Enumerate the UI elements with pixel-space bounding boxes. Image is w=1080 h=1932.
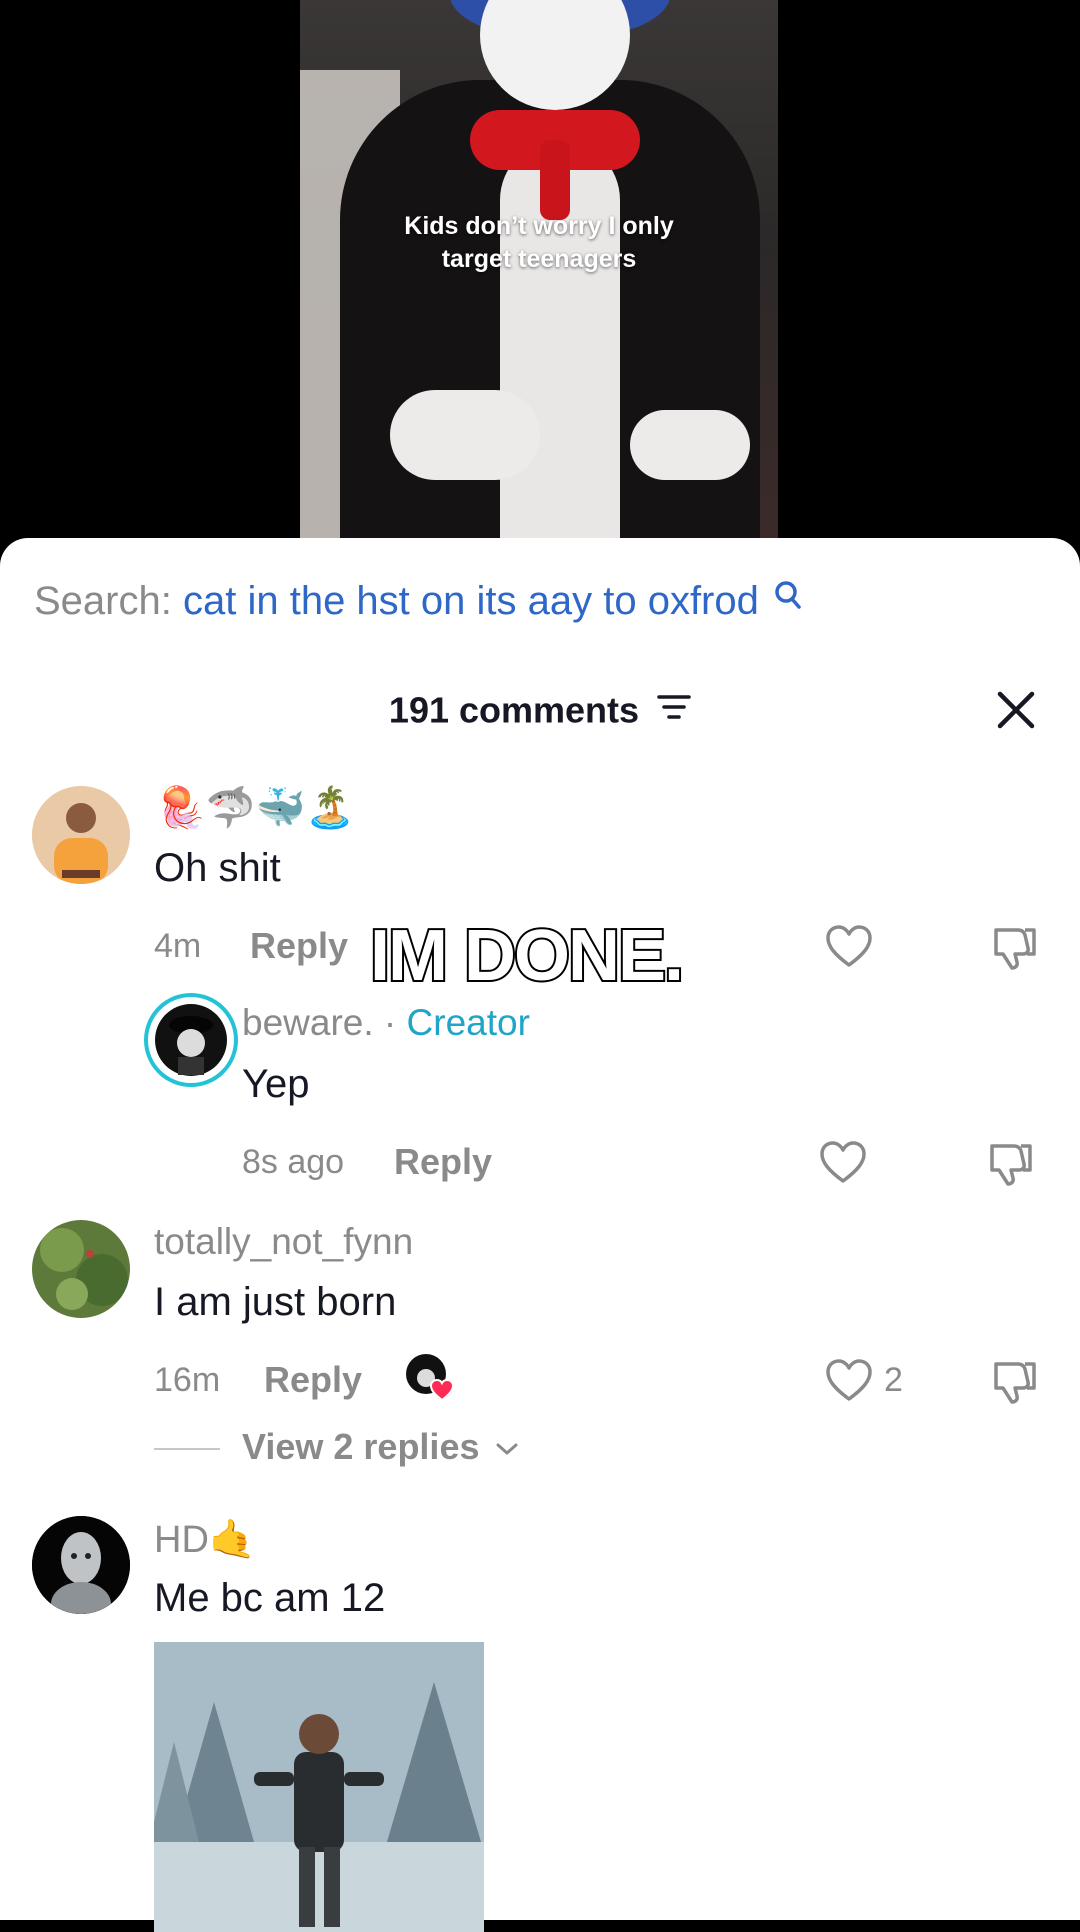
costume-glove-left [390,390,540,480]
comment-username[interactable]: totally_not_fynn [154,1220,413,1264]
view-replies-button[interactable]: View 2 replies [154,1425,520,1469]
reply-button[interactable]: Reply [250,926,348,966]
close-icon [997,691,1035,729]
video-caption: Kids don’t worry I only target teenagers [300,210,778,276]
video-player[interactable]: Kids don’t worry I only target teenagers [0,0,1080,560]
reply-time: 8s ago [242,1143,345,1181]
avatar[interactable] [32,1516,130,1614]
search-label: Search: [34,579,172,623]
like-count: 2 [884,1361,903,1399]
comment-gif-image[interactable] [154,1642,484,1932]
divider [154,1448,220,1451]
reply-username-name[interactable]: beware. [242,1002,374,1043]
avatar[interactable] [32,786,130,884]
comment-time: 4m [154,927,202,965]
avatar[interactable] [32,1220,130,1318]
comment-count-label: 191 comments [388,689,640,731]
heart-icon[interactable] [824,1356,874,1406]
view-replies-label: View 2 replies [242,1426,480,1467]
video-frame [300,0,778,560]
creator-badge: Creator [406,1002,530,1043]
reply-button[interactable]: Reply [394,1142,492,1182]
video-caption-line-2: target teenagers [441,245,637,273]
chevron-down-icon [496,1443,517,1455]
overlay-text: IM DONE. [368,914,686,998]
reply-button[interactable]: Reply [264,1360,362,1400]
costume-bow-tail [540,140,570,220]
comment-text: I am just born [154,1280,397,1324]
close-button[interactable] [990,684,1042,736]
comment-username[interactable]: HD🤙 [154,1516,256,1564]
search-icon [774,576,802,610]
costume-glove-right [630,410,750,480]
search-suggestion[interactable]: Search: cat in the hst on its aay to oxf… [34,576,802,626]
reply-username: beware. · Creator [242,1001,530,1045]
comment-count: 191 comments [0,686,1080,732]
search-query[interactable]: cat in the hst on its aay to oxfrod [183,579,759,623]
dislike-icon[interactable] [988,1356,1038,1406]
comment-text: Oh shit [154,846,281,890]
filter-icon[interactable] [657,688,691,732]
comment-username[interactable]: 🪼🦈🐳🏝️ [156,782,355,834]
reply-text: Yep [242,1062,310,1106]
creator-liked-badge [404,1352,458,1402]
comments-header: 191 comments [0,686,1080,746]
creator-avatar[interactable] [144,993,238,1087]
video-caption-line-1: Kids don’t worry I only [404,212,674,240]
heart-icon[interactable] [824,922,874,972]
heart-icon[interactable] [818,1138,868,1188]
comment-text: Me bc am 12 [154,1576,386,1620]
comment-time: 16m [154,1361,221,1399]
dislike-icon[interactable] [984,1138,1034,1188]
dislike-icon[interactable] [988,922,1038,972]
separator: · [383,1002,397,1043]
